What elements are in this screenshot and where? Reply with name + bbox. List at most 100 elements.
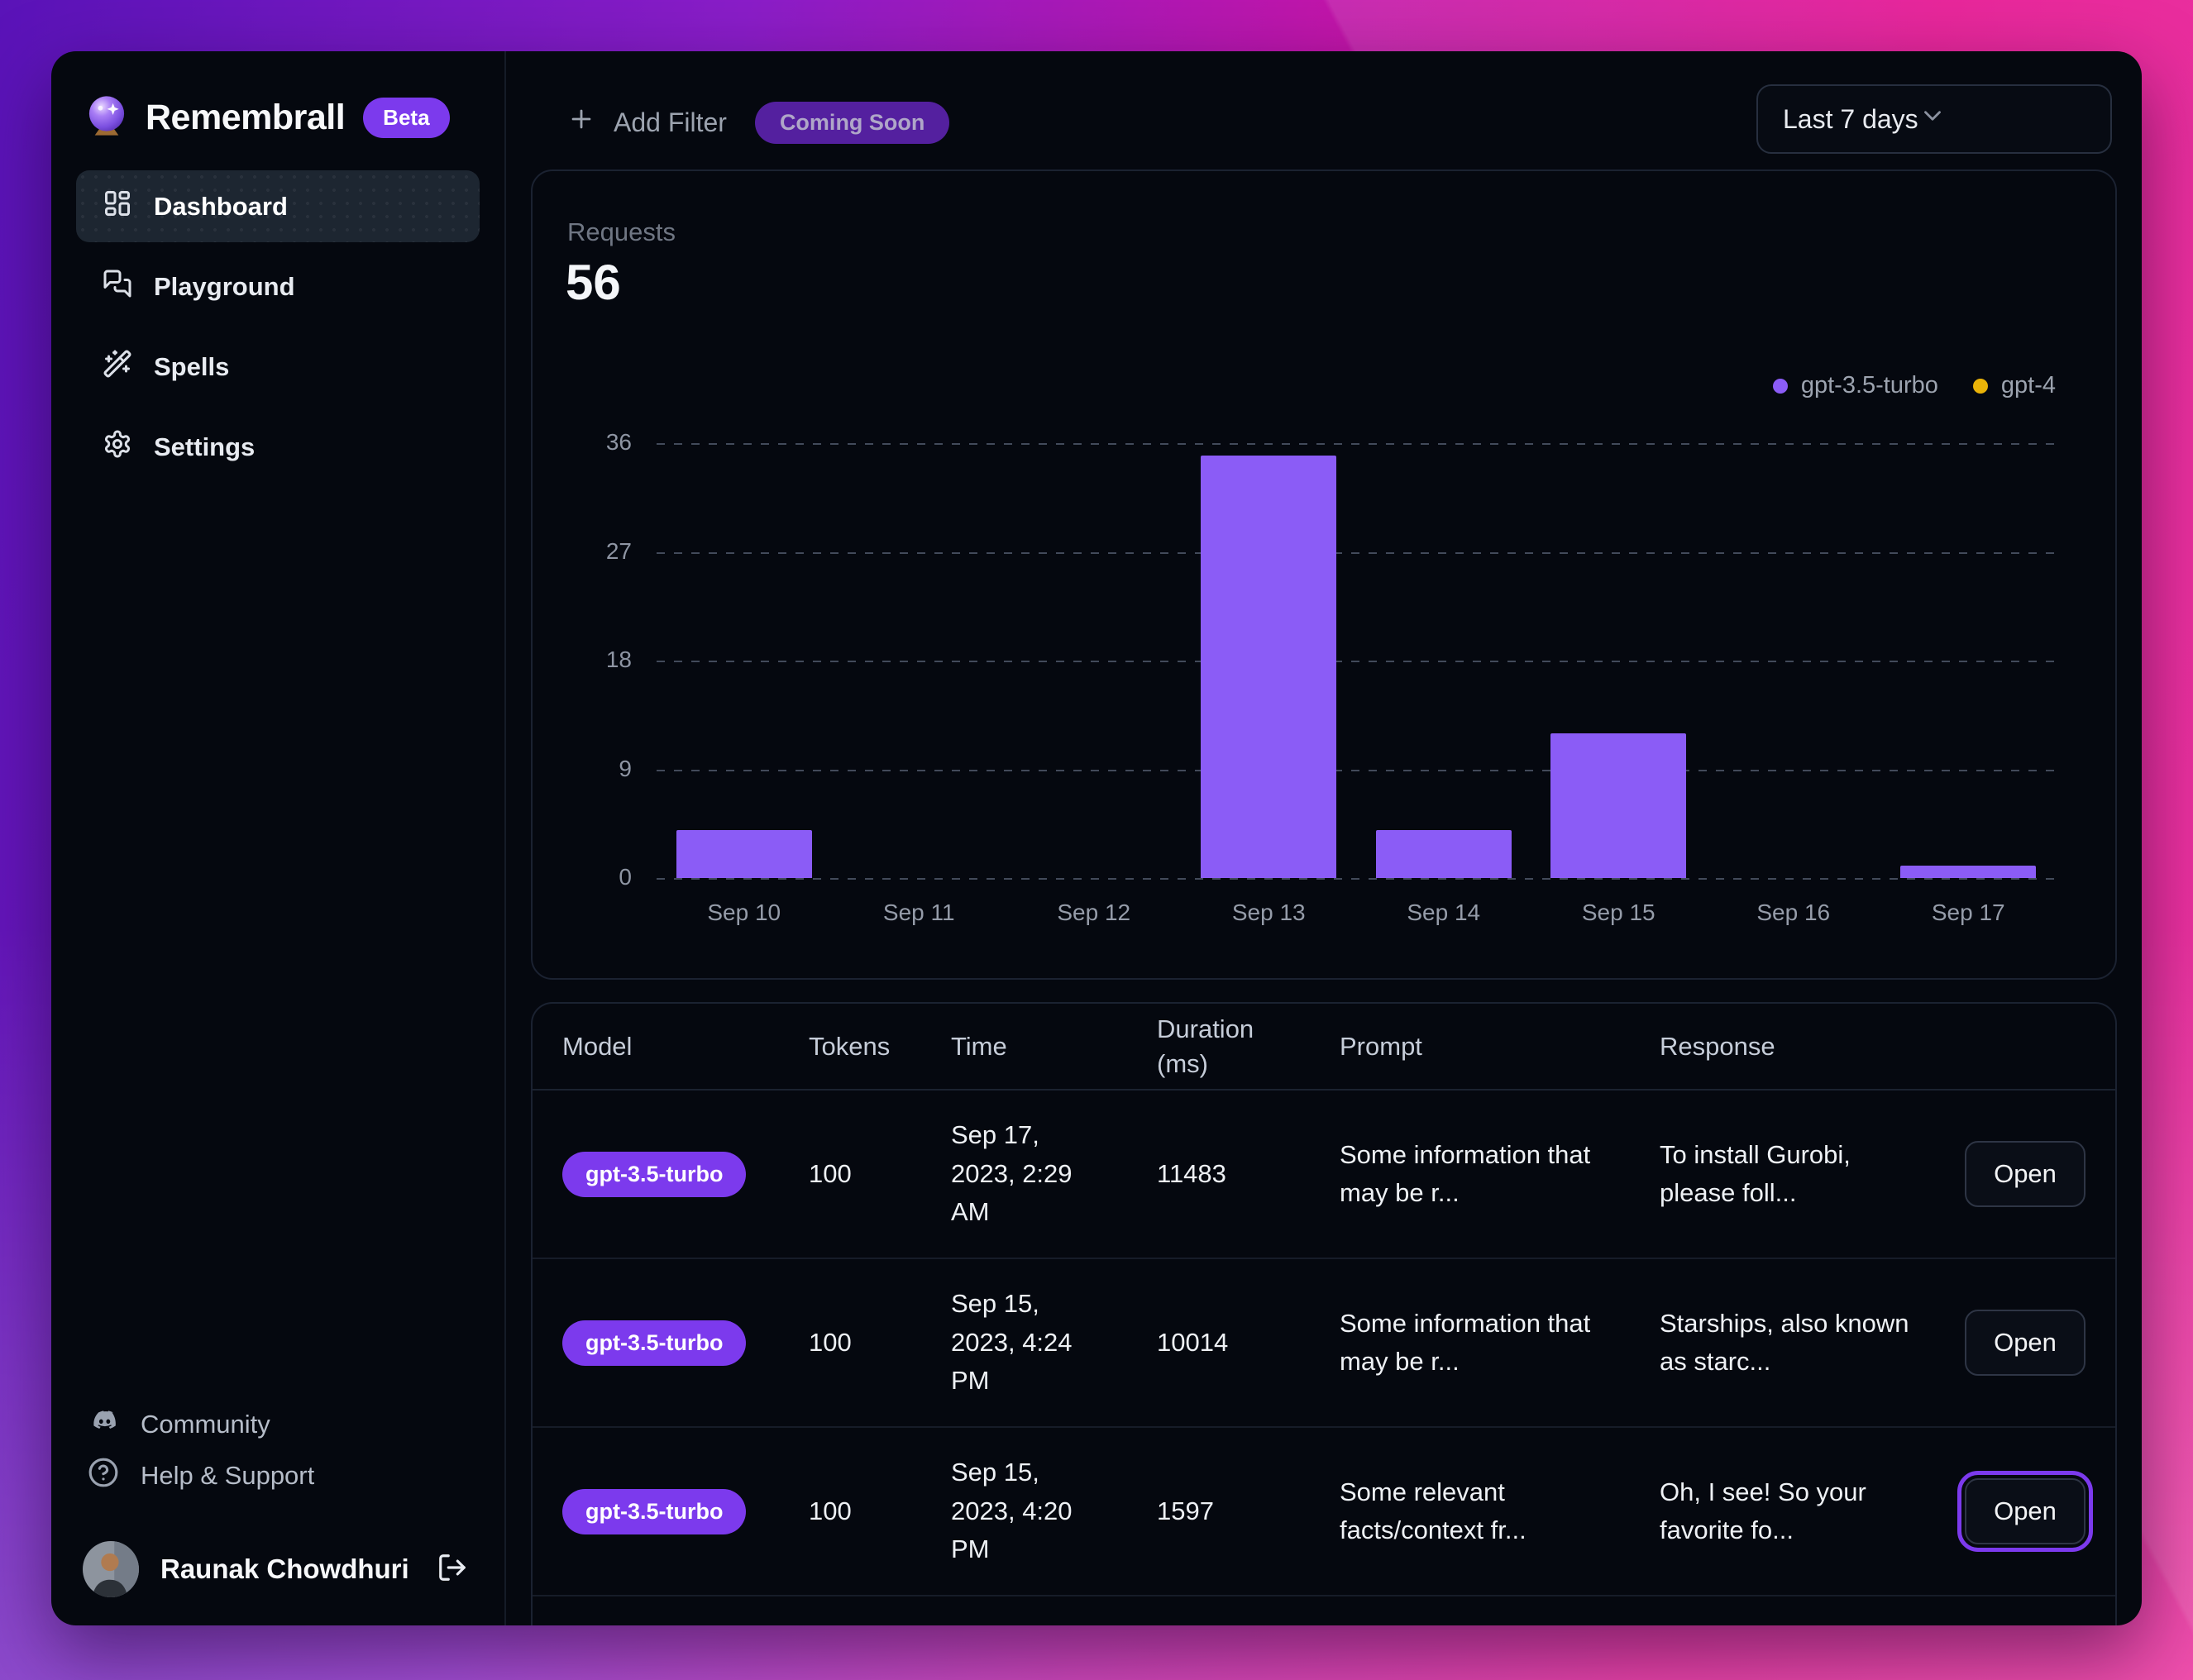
chart-legend: gpt-3.5-turbo gpt-4 (1772, 372, 2056, 399)
sidebar-item-label: Dashboard (154, 191, 288, 221)
y-axis-tick: 36 (605, 429, 632, 455)
sidebar: Remembrall Beta Dashboard Playground Spe… (51, 51, 506, 1625)
column-header: Response (1660, 1031, 1775, 1061)
gridline (657, 443, 2056, 445)
y-axis-tick: 0 (619, 864, 632, 890)
legend-item-gpt-3.5-turbo: gpt-3.5-turbo (1772, 372, 1938, 399)
response-cell: Oh, I see! So your favorite fo... (1660, 1477, 1866, 1545)
date-range-value: Last 7 days (1783, 103, 1918, 134)
add-filter-label: Add Filter (614, 107, 727, 137)
x-axis-label: Sep 15 (1581, 900, 1656, 925)
prompt-cell: Some information that may be r... (1340, 1308, 1591, 1377)
column-header: Tokens (809, 1031, 891, 1061)
app-title: Remembrall (146, 97, 346, 137)
gridline (657, 661, 2056, 662)
chat-bubbles-icon (103, 269, 132, 305)
user-profile[interactable]: Raunak Chowdhuri (76, 1534, 480, 1604)
beta-badge: Beta (363, 97, 450, 138)
page: { "app": { "name": "Remembrall", "badge"… (0, 0, 2193, 1680)
model-cell: gpt-3.5-turbo (562, 1320, 809, 1366)
sidebar-footer-label: Help & Support (141, 1461, 315, 1490)
gridline (657, 551, 2056, 554)
model-cell: gpt-3.5-turbo (562, 1151, 809, 1197)
magic-wand-icon (103, 349, 132, 385)
date-range-select[interactable]: Last 7 days (1756, 84, 2112, 154)
discord-icon (88, 1406, 119, 1444)
sidebar-item-community[interactable]: Community (76, 1399, 480, 1450)
legend-item-gpt-4: gpt-4 (1972, 372, 2056, 399)
help-circle-icon (88, 1457, 119, 1495)
add-filter-button[interactable]: Add Filter (567, 105, 727, 140)
legend-label: gpt-3.5-turbo (1800, 372, 1938, 399)
x-axis-label: Sep 11 (882, 900, 955, 925)
y-axis-tick: 9 (619, 755, 632, 781)
bar-gpt-3.5-turbo-sep-17 (1900, 866, 2037, 878)
chart-x-axis: Sep 10 Sep 11 Sep 12 Sep 13 Sep 14 Sep 15 Sep … (657, 900, 2056, 933)
tokens-cell: 100 (809, 1158, 852, 1188)
user-name: Raunak Chowdhuri (160, 1554, 409, 1584)
bar-gpt-3.5-turbo-sep-14 (1375, 829, 1512, 878)
tokens-cell: 100 (809, 1327, 852, 1357)
open-button[interactable]: Open (1965, 1141, 2086, 1207)
bar-gpt-3.5-turbo-sep-13 (1201, 455, 1337, 878)
chevron-down-icon (1918, 102, 1947, 136)
sidebar-nav: Dashboard Playground Spells Settings (76, 170, 480, 483)
sidebar-item-settings[interactable]: Settings (76, 411, 480, 483)
duration-cell: 1597 (1157, 1496, 1214, 1525)
x-axis-label: Sep 16 (1756, 900, 1831, 925)
bar-gpt-3.5-turbo-sep-10 (676, 829, 812, 878)
tokens-cell: 100 (809, 1496, 852, 1525)
open-button[interactable]: Open (1965, 1310, 2086, 1376)
dashboard-grid-icon (103, 189, 132, 225)
duration-cell: 11483 (1157, 1158, 1226, 1188)
response-cell: Starships, also known as starc... (1660, 1308, 1909, 1377)
sidebar-item-spells[interactable]: Spells (76, 331, 480, 403)
legend-dot (1972, 378, 1988, 394)
column-header: Model (562, 1031, 633, 1061)
duration-cell: 10014 (1157, 1327, 1229, 1357)
column-header: Time (951, 1031, 1007, 1061)
topbar: Add Filter Coming Soon (567, 88, 950, 157)
prompt-cell: Some relevant facts/context fr... (1340, 1477, 1526, 1545)
requests-value: 56 (566, 255, 621, 310)
open-button[interactable]: Open (1957, 1471, 2093, 1552)
model-cell: gpt-3.5-turbo (562, 1488, 809, 1534)
bar-chart-plot: 0 9 18 27 36 (606, 429, 2056, 890)
bar-gpt-3.5-turbo-sep-15 (1550, 733, 1687, 878)
time-cell: Sep 15, 2023, 4:24 PM (951, 1289, 1073, 1396)
app-window: Remembrall Beta Dashboard Playground Spe… (51, 51, 2142, 1625)
x-axis-label: Sep 17 (1931, 900, 2005, 925)
crystal-ball-icon (84, 93, 129, 142)
table-body: gpt-3.5-turbo 100 Sep 17, 2023, 2:29 AM 114… (533, 1091, 2115, 1596)
sidebar-item-playground[interactable]: Playground (76, 251, 480, 322)
x-axis-label: Sep 10 (707, 900, 781, 925)
sidebar-item-label: Spells (154, 351, 230, 381)
response-cell: To install Gurobi, please foll... (1660, 1139, 1851, 1208)
requests-label: Requests (567, 217, 676, 246)
time-cell: Sep 17, 2023, 2:29 AM (951, 1120, 1073, 1227)
avatar (83, 1541, 139, 1597)
y-axis-tick: 27 (605, 537, 632, 564)
sidebar-item-label: Playground (154, 271, 295, 301)
sidebar-footer: Community Help & Support Raunak Chowdhur… (76, 1399, 480, 1604)
column-header: Prompt (1340, 1031, 1422, 1061)
gridline (657, 769, 2056, 771)
prompt-cell: Some information that may be r... (1340, 1139, 1591, 1208)
table-header-row: Model Tokens Time Duration (ms) Prompt Respon… (533, 1004, 2115, 1091)
plus-icon (567, 105, 595, 140)
legend-label: gpt-4 (2000, 372, 2056, 399)
model-badge: gpt-3.5-turbo (562, 1320, 747, 1366)
sidebar-footer-label: Community (141, 1410, 270, 1439)
sidebar-item-dashboard[interactable]: Dashboard (76, 170, 480, 242)
x-axis-label: Sep 13 (1231, 900, 1306, 925)
sidebar-item-help-support[interactable]: Help & Support (76, 1450, 480, 1501)
model-badge: gpt-3.5-turbo (562, 1488, 747, 1534)
main-content: Add Filter Coming Soon Last 7 days Reque… (506, 51, 2142, 1625)
time-cell: Sep 15, 2023, 4:20 PM (951, 1458, 1073, 1564)
table-row: gpt-3.5-turbo 100 Sep 17, 2023, 2:29 AM 114… (533, 1091, 2115, 1259)
logout-icon[interactable] (437, 1552, 468, 1587)
sidebar-item-label: Settings (154, 432, 256, 461)
app-logo: Remembrall Beta (76, 88, 480, 147)
requests-table-card: Model Tokens Time Duration (ms) Prompt Respon… (531, 1002, 2117, 1625)
coming-soon-badge: Coming Soon (754, 101, 950, 144)
